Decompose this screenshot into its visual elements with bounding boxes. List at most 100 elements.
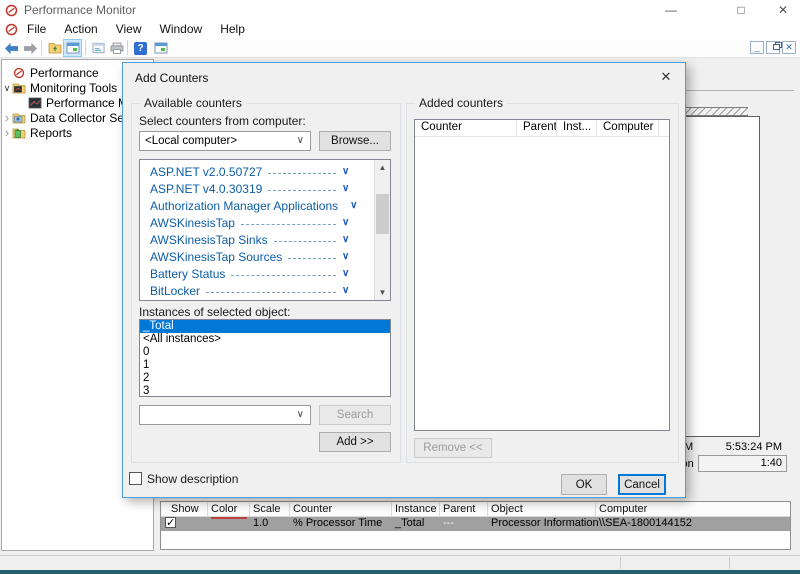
leader-line (268, 190, 336, 191)
legend-row-processor-time[interactable]: ✓ 1.0 % Processor Time _Total --- Proces… (161, 517, 790, 531)
instance-item-all[interactable]: <All instances> (140, 333, 390, 346)
mdi-restore-button[interactable] (766, 41, 780, 54)
counter-name: AWSKinesisTap Sources (150, 250, 282, 264)
chevron-down-icon[interactable]: ∨ (342, 166, 352, 177)
chevron-down-icon[interactable]: ∨ (342, 217, 352, 228)
back-button[interactable] (2, 39, 21, 57)
show-description-checkbox[interactable] (129, 472, 142, 485)
header-separator (249, 503, 250, 516)
col-counter[interactable]: Counter (293, 503, 332, 515)
show-console-tree-button[interactable] (63, 39, 82, 57)
chevron-down-icon[interactable]: ∨ (342, 234, 352, 245)
remove-button[interactable]: Remove << (414, 438, 492, 458)
counter-name: Battery Status (150, 267, 225, 281)
instances-list[interactable]: _Total <All instances> 0 1 2 3 (139, 319, 391, 397)
menu-file[interactable]: File (18, 22, 55, 36)
counter-item[interactable]: ASP.NET v2.0.50727 ∨ (140, 163, 390, 180)
chevron-down-icon[interactable]: ∨ (297, 409, 304, 420)
scroll-up-icon[interactable]: ▲ (375, 160, 390, 175)
col-color[interactable]: Color (211, 503, 237, 515)
counter-name: BitLocker (150, 284, 200, 298)
new-window-button[interactable] (151, 39, 170, 57)
counter-item[interactable]: BitLocker ∨ (140, 282, 390, 299)
col-parent[interactable]: Parent (517, 120, 557, 136)
leader-line (274, 241, 336, 242)
show-checkbox[interactable]: ✓ (165, 517, 176, 528)
tree-item-label: Reports (30, 126, 72, 140)
search-button-label: Search (337, 409, 373, 421)
added-counters-listview[interactable]: Counter Parent Inst... Computer (414, 119, 670, 431)
col-computer[interactable]: Computer (599, 503, 647, 515)
col-instance[interactable]: Inst... (557, 120, 597, 136)
properties-button[interactable] (89, 39, 108, 57)
minimize-button[interactable]: — (654, 0, 688, 20)
computer-combobox[interactable]: <Local computer> ∨ (139, 131, 311, 151)
export-button[interactable] (45, 39, 64, 57)
instance-item-2[interactable]: 2 (140, 372, 390, 385)
menu-view[interactable]: View (107, 22, 151, 36)
menu-help[interactable]: Help (211, 22, 254, 36)
instance-item-3[interactable]: 3 (140, 385, 390, 397)
instance-item-total[interactable]: _Total (140, 320, 390, 333)
forward-button[interactable] (21, 39, 40, 57)
counter-item[interactable]: AWSKinesisTap Sources ∨ (140, 248, 390, 265)
maximize-button[interactable]: □ (724, 0, 758, 20)
tree-item-label: Performance (30, 66, 99, 80)
cancel-button[interactable]: Cancel (618, 474, 666, 495)
close-button[interactable]: ✕ (766, 0, 800, 20)
cell-computer: \\SEA-1800144152 (599, 517, 692, 529)
col-computer[interactable]: Computer (597, 120, 659, 136)
chevron-collapsed-icon[interactable]: › (2, 113, 12, 123)
printer-icon (110, 42, 124, 54)
print-button[interactable] (107, 39, 126, 57)
col-object[interactable]: Object (491, 503, 523, 515)
counter-item[interactable]: AWSKinesisTap Sinks∨ (140, 231, 390, 248)
dialog-close-button[interactable]: ✕ (655, 68, 677, 86)
chevron-down-icon[interactable]: ∨ (350, 200, 357, 211)
cell-instance: _Total (395, 517, 424, 529)
mdi-close-button[interactable]: ✕ (782, 41, 796, 54)
chevron-down-icon[interactable]: ∨ (342, 251, 352, 262)
leader-line (231, 275, 336, 276)
chevron-down-icon[interactable]: ∨ (342, 268, 352, 279)
ok-button[interactable]: OK (561, 474, 607, 495)
scroll-down-icon[interactable]: ▼ (375, 285, 390, 300)
col-instance[interactable]: Instance (395, 503, 437, 515)
chevron-expanded-icon[interactable]: ∨ (2, 83, 12, 93)
ok-button-label: OK (576, 479, 593, 491)
menu-action[interactable]: Action (55, 22, 106, 36)
instances-label: Instances of selected object: (139, 305, 290, 319)
menu-window[interactable]: Window (151, 22, 212, 36)
time-axis-label-end: 5:53:24 PM (700, 441, 782, 453)
counters-scrollbar[interactable]: ▲ ▼ (374, 160, 390, 300)
counter-item[interactable]: Battery Status ∨ (140, 265, 390, 282)
mdi-minimize-button[interactable]: _ (750, 41, 764, 54)
col-show[interactable]: Show (171, 503, 199, 515)
computer-combobox-value: <Local computer> (145, 135, 237, 147)
col-scale[interactable]: Scale (253, 503, 281, 515)
leader-line (241, 224, 336, 225)
help-button[interactable]: ? (131, 39, 150, 57)
counter-item[interactable]: Authorization Manager Applications∨ (140, 197, 390, 214)
col-parent[interactable]: Parent (443, 503, 475, 515)
instance-filter-combobox[interactable]: ∨ (139, 405, 311, 425)
chevron-down-icon[interactable]: ∨ (342, 285, 352, 296)
show-description-label: Show description (147, 472, 238, 486)
browse-button[interactable]: Browse... (319, 131, 391, 151)
search-button[interactable]: Search (319, 405, 391, 425)
chevron-down-icon[interactable]: ∨ (342, 183, 352, 194)
chevron-down-icon[interactable]: ∨ (297, 135, 304, 146)
counters-list[interactable]: ASP.NET v2.0.50727∨ ASP.NET v4.0.30319∨ … (139, 159, 391, 301)
statusbar-separator (620, 557, 621, 569)
counter-item[interactable]: ASP.NET v4.0.30319∨ (140, 180, 390, 197)
instance-item-1[interactable]: 1 (140, 359, 390, 372)
counter-item[interactable]: AWSKinesisTap∨ (140, 214, 390, 231)
scrollbar-thumb[interactable] (376, 194, 389, 234)
status-bar (0, 555, 800, 570)
add-button[interactable]: Add >> (319, 432, 391, 452)
instance-item-0[interactable]: 0 (140, 346, 390, 359)
chevron-collapsed-icon[interactable]: › (2, 128, 12, 138)
screen: Performance Monitor — □ ✕ File Action Vi… (0, 0, 800, 574)
counter-name: ASP.NET v2.0.50727 (150, 165, 262, 179)
col-counter[interactable]: Counter (415, 120, 517, 136)
